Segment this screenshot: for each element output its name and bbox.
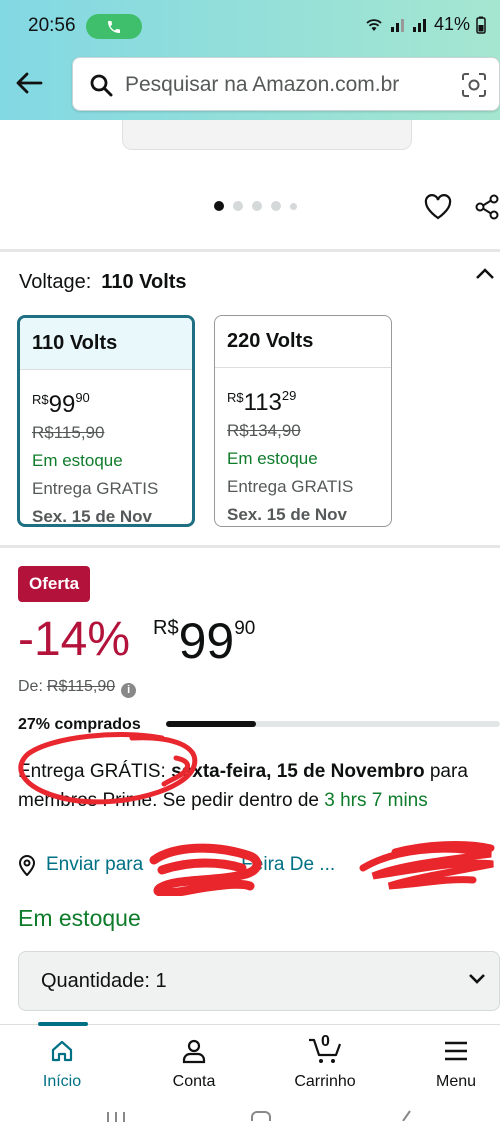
nav-home[interactable]: Início bbox=[12, 1037, 112, 1091]
option-stock: Em estoque bbox=[227, 449, 318, 468]
product-image[interactable] bbox=[122, 120, 412, 150]
nav-label: Menu bbox=[435, 1073, 477, 1090]
nav-label: Conta bbox=[172, 1073, 216, 1090]
voltage-option-110[interactable]: 110 Volts R$9990 R$115,90 Em estoque Ent… bbox=[17, 315, 195, 527]
search-icon bbox=[90, 74, 113, 97]
discount-percent: -14% bbox=[18, 613, 131, 666]
red-redaction-scribble bbox=[359, 841, 495, 890]
voltage-option-220[interactable]: 220 Volts R$11329 R$134,90 Em estoque En… bbox=[214, 315, 392, 527]
nav-menu[interactable]: Menu bbox=[406, 1037, 500, 1091]
chevron-down-icon bbox=[469, 974, 485, 984]
share-icon[interactable] bbox=[474, 194, 500, 220]
heart-icon[interactable] bbox=[424, 194, 452, 220]
quantity-label: Quantidade: bbox=[41, 970, 150, 992]
stock-status: Em estoque bbox=[18, 905, 141, 931]
option-date: Sex. 15 de Nov bbox=[32, 507, 153, 526]
battery-icon bbox=[476, 16, 486, 34]
price: R$9990 bbox=[153, 613, 256, 669]
quantity-value: 1 bbox=[155, 970, 167, 992]
nav-label: Carrinho bbox=[294, 1073, 356, 1090]
camera-scan-icon bbox=[462, 73, 486, 97]
list-price: De: R$115,90 i bbox=[18, 678, 137, 698]
nav-account[interactable]: Conta bbox=[144, 1037, 244, 1091]
red-scribble-mark bbox=[161, 755, 190, 787]
call-indicator bbox=[86, 14, 142, 39]
back-button[interactable] bbox=[12, 66, 46, 100]
header bbox=[0, 52, 500, 120]
voltage-title: Voltage: bbox=[19, 271, 92, 293]
option-list-price: R$115,90 bbox=[32, 423, 105, 442]
person-icon bbox=[182, 1039, 206, 1064]
arrow-left-icon bbox=[16, 72, 43, 94]
signal-icon-2 bbox=[412, 18, 426, 32]
voltage-option-name: 220 Volts bbox=[215, 316, 391, 368]
battery-level: 41% bbox=[433, 14, 470, 34]
home-button-icon[interactable] bbox=[250, 1110, 272, 1121]
hamburger-icon bbox=[445, 1041, 467, 1061]
section-divider bbox=[0, 545, 500, 548]
nav-label: Início bbox=[42, 1073, 82, 1090]
nav-cart[interactable]: 0 Carrinho bbox=[275, 1033, 375, 1091]
carousel-dot bbox=[252, 201, 262, 211]
voltage-label: Voltage: 110 Volts bbox=[19, 271, 187, 294]
ship-prefix: Enviar para bbox=[46, 854, 144, 875]
search-input[interactable] bbox=[125, 70, 445, 100]
deal-badge: Oferta bbox=[18, 566, 91, 602]
carousel-dot bbox=[290, 202, 297, 210]
quantity-selector[interactable]: Quantidade: 1 bbox=[18, 951, 500, 1011]
back-nav-icon[interactable] bbox=[398, 1110, 414, 1121]
carousel-dot bbox=[233, 201, 243, 211]
delivery-countdown: 3 hrs 7 mins bbox=[324, 790, 428, 811]
section-divider bbox=[0, 249, 500, 252]
bottom-nav: Início Conta 0 Carrinho Menu bbox=[0, 1022, 500, 1094]
chevron-up-icon[interactable] bbox=[474, 266, 496, 282]
option-price: R$9990 bbox=[32, 390, 90, 418]
carousel-dot bbox=[271, 201, 281, 211]
status-time: 20:56 bbox=[28, 15, 76, 36]
option-shipping: Entrega GRATIS bbox=[32, 479, 159, 498]
cart-count: 0 bbox=[321, 1033, 330, 1050]
wifi-icon bbox=[366, 18, 382, 31]
active-tab-indicator bbox=[38, 1022, 88, 1026]
carousel-dot bbox=[214, 201, 224, 211]
option-list-price: R$134,90 bbox=[227, 421, 301, 440]
red-redaction-scribble bbox=[149, 843, 262, 896]
option-date: Sex. 15 de Nov bbox=[227, 505, 348, 524]
option-shipping: Entrega GRATIS bbox=[227, 477, 354, 496]
status-bar: 20:56 41% bbox=[0, 0, 500, 52]
claimed-progress-fill bbox=[166, 721, 257, 727]
claimed-progress-bar bbox=[166, 721, 500, 727]
system-nav-bar bbox=[0, 1094, 500, 1122]
status-icons: 41% bbox=[364, 14, 486, 35]
option-stock: Em estoque bbox=[32, 451, 123, 470]
voltage-selected: 110 Volts bbox=[101, 271, 187, 293]
option-price: R$11329 bbox=[227, 388, 297, 416]
phone-icon bbox=[108, 20, 120, 33]
location-pin-icon bbox=[18, 855, 36, 876]
voltage-option-name: 110 Volts bbox=[20, 318, 192, 370]
carousel-indicator bbox=[214, 201, 297, 211]
info-icon[interactable]: i bbox=[121, 683, 137, 698]
signal-icon bbox=[390, 18, 404, 32]
search-bar[interactable] bbox=[72, 57, 500, 111]
home-icon bbox=[51, 1040, 73, 1062]
